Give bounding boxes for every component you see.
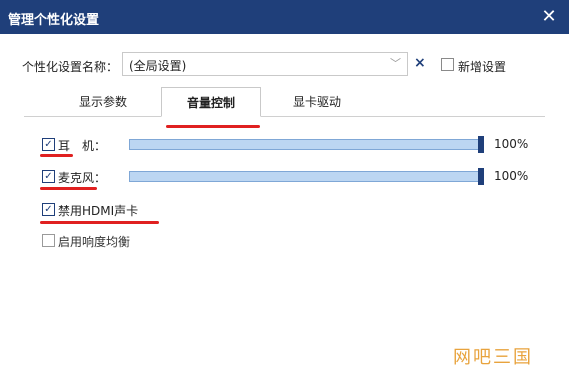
watermark: 网吧三国 bbox=[453, 347, 533, 368]
earphone-slider-thumb[interactable] bbox=[478, 136, 484, 153]
annotation-underline-earphone bbox=[40, 154, 73, 157]
window-title: 管理个性化设置 bbox=[8, 13, 100, 28]
loudness-eq-checkbox[interactable] bbox=[42, 234, 55, 247]
annotation-underline-microphone bbox=[40, 187, 97, 190]
microphone-label: 麦克风： bbox=[58, 171, 107, 185]
earphone-label: 耳 机： bbox=[58, 139, 107, 153]
close-icon[interactable]: ✕ bbox=[537, 5, 561, 29]
tab-display-params[interactable]: 显示参数 bbox=[60, 87, 146, 117]
loudness-eq-label: 启用响度均衡 bbox=[58, 235, 131, 249]
disable-hdmi-label: 禁用HDMI声卡 bbox=[58, 204, 139, 218]
profile-dropdown[interactable]: (全局设置) ﹀ bbox=[122, 52, 408, 76]
earphone-volume-slider[interactable] bbox=[129, 136, 484, 153]
title-bar: 管理个性化设置 ✕ bbox=[0, 0, 569, 34]
microphone-checkbox[interactable]: ✓ bbox=[42, 170, 55, 183]
tab-volume-control[interactable]: 音量控制 bbox=[161, 87, 261, 117]
earphone-volume-value: 100% bbox=[494, 137, 529, 151]
profile-name-label: 个性化设置名称： bbox=[22, 60, 119, 74]
microphone-volume-slider[interactable] bbox=[129, 168, 484, 185]
annotation-underline-hdmi bbox=[40, 221, 159, 224]
disable-hdmi-checkbox[interactable]: ✓ bbox=[42, 203, 55, 216]
chevron-down-icon: ﹀ bbox=[390, 57, 401, 70]
profile-selected-value: (全局设置) bbox=[129, 59, 187, 73]
new-profile-label: 新增设置 bbox=[458, 60, 507, 74]
microphone-volume-value: 100% bbox=[494, 169, 529, 183]
earphone-checkbox[interactable]: ✓ bbox=[42, 138, 55, 151]
microphone-slider-thumb[interactable] bbox=[478, 168, 484, 185]
annotation-underline-tab bbox=[166, 125, 260, 128]
tab-gpu-driver[interactable]: 显卡驱动 bbox=[274, 87, 360, 117]
new-profile-checkbox[interactable] bbox=[441, 58, 454, 71]
clear-profile-icon[interactable]: × bbox=[414, 55, 426, 71]
